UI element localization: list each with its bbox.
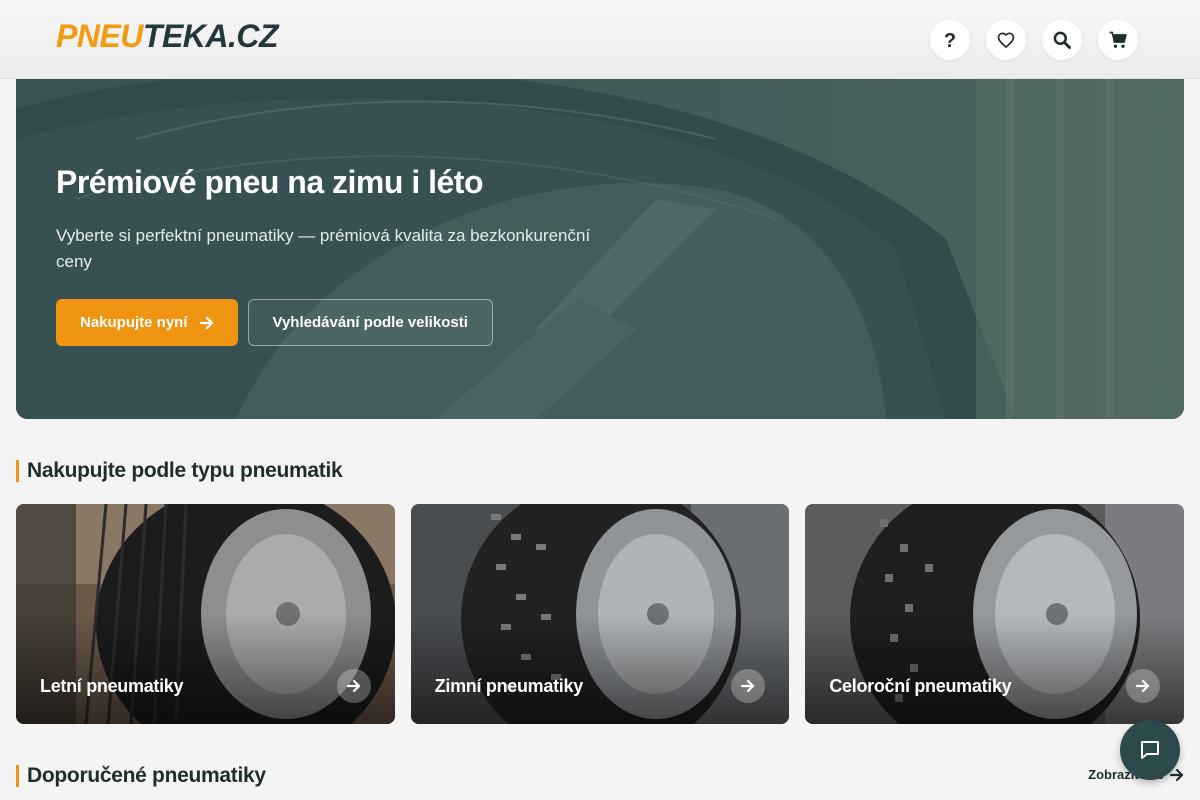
- shop-now-button[interactable]: Nakupujte nyní: [56, 299, 238, 346]
- cart-icon: [1109, 31, 1127, 48]
- chat-button[interactable]: [1120, 720, 1180, 780]
- size-search-button[interactable]: Vyhledávání podle velikosti: [247, 299, 493, 346]
- summer-tires-arrow[interactable]: [336, 669, 371, 703]
- section-title-text: Doporučené pneumatiky: [27, 764, 266, 787]
- chat-icon: [1141, 741, 1159, 759]
- search-button[interactable]: [1042, 20, 1082, 60]
- tire-type-cards: Letní pneumatiky Zimní pneumatiky Celoro…: [16, 504, 1185, 724]
- all-season-tires-card[interactable]: Celoroční pneumatiky: [805, 504, 1185, 724]
- card-shade: [805, 614, 1185, 724]
- help-button[interactable]: ?: [930, 20, 970, 60]
- summer-tires-card[interactable]: Letní pneumatiky: [16, 504, 395, 724]
- arrow-right-icon: [741, 679, 755, 693]
- logo-part-teka: TEKA.CZ: [142, 18, 279, 54]
- hero-banner: Prémiové pneu na zimu i léto Vyberte si …: [16, 79, 1184, 419]
- arrow-right-icon: [199, 316, 213, 329]
- all-season-tires-label: Celoroční pneumatiky: [829, 676, 1012, 696]
- heart-icon: [997, 32, 1015, 48]
- all-season-tires-arrow[interactable]: [1126, 669, 1161, 703]
- header-actions: ?: [930, 20, 1138, 60]
- logo-part-pneu: PNEU: [56, 18, 143, 54]
- arrow-right-icon: [1136, 679, 1150, 693]
- site-logo[interactable]: PNEUTEKA.CZ: [56, 18, 279, 54]
- section-accent-bar: [16, 765, 19, 787]
- cart-button[interactable]: [1098, 20, 1138, 60]
- tire-type-section-title: Nakupujte podle typu pneumatik: [16, 459, 343, 482]
- site-header: PNEUTEKA.CZ ?: [0, 0, 1200, 79]
- hero-buttons: Nakupujte nyní Vyhledávání podle velikos…: [56, 299, 616, 346]
- hero-title: Prémiové pneu na zimu i léto: [56, 164, 483, 200]
- hero-content: Prémiové pneu na zimu i léto Vyberte si …: [56, 163, 616, 346]
- help-icon: ?: [944, 30, 956, 50]
- arrow-right-icon: [346, 679, 360, 693]
- recommended-section-title: Doporučené pneumatiky: [16, 764, 266, 787]
- section-accent-bar: [16, 460, 19, 482]
- svg-text:?: ?: [944, 30, 956, 50]
- winter-tires-label: Zimní pneumatiky: [434, 676, 584, 696]
- hero-subtitle: Vyberte si perfektní pneumatiky — prémio…: [56, 226, 591, 271]
- search-icon: [1053, 31, 1071, 49]
- size-search-label: Vyhledávání podle velikosti: [272, 314, 468, 331]
- summer-tires-label: Letní pneumatiky: [40, 676, 184, 696]
- shop-now-label: Nakupujte nyní: [80, 314, 188, 331]
- card-shade: [410, 614, 790, 724]
- winter-tires-card[interactable]: Zimní pneumatiky: [410, 504, 790, 724]
- section-title-text: Nakupujte podle typu pneumatik: [27, 459, 343, 482]
- wishlist-button[interactable]: [986, 20, 1026, 60]
- card-shade: [16, 614, 395, 724]
